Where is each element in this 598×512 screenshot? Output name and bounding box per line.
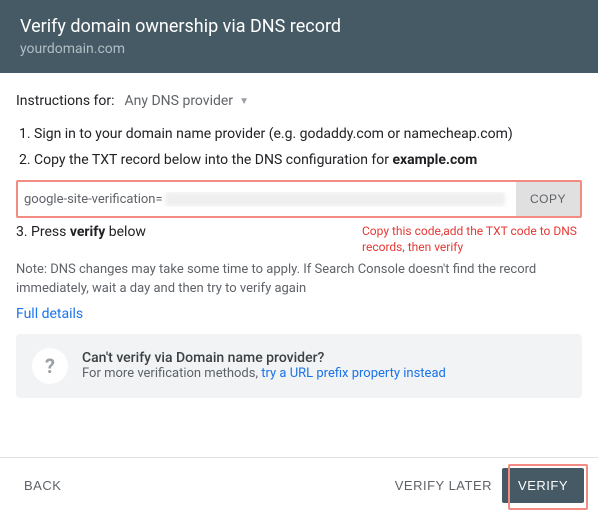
provider-dropdown[interactable]: Any DNS provider ▼ xyxy=(125,93,249,109)
step-2: Copy the TXT record below into the DNS c… xyxy=(34,151,582,171)
url-prefix-link[interactable]: try a URL prefix property instead xyxy=(261,366,446,381)
txt-record-box: google-site-verification= COPY xyxy=(16,180,582,218)
txt-record-blurred xyxy=(165,192,505,206)
back-button[interactable]: BACK xyxy=(14,470,71,501)
alt-subtitle: For more verification methods, try a URL… xyxy=(82,366,446,381)
verify-later-button[interactable]: VERIFY LATER xyxy=(385,470,502,501)
provider-dropdown-value: Any DNS provider xyxy=(125,93,234,109)
alternative-box: ? Can't verify via Domain name provider?… xyxy=(16,334,582,398)
chevron-down-icon: ▼ xyxy=(239,96,249,107)
dialog-title: Verify domain ownership via DNS record xyxy=(20,16,578,37)
question-icon: ? xyxy=(32,348,68,384)
copy-button[interactable]: COPY xyxy=(516,182,580,216)
instructions-label: Instructions for: xyxy=(16,93,115,109)
alt-title: Can't verify via Domain name provider? xyxy=(82,350,446,366)
full-details-link[interactable]: Full details xyxy=(16,306,83,322)
dialog-subtitle: yourdomain.com xyxy=(20,41,578,57)
step-3: 3. Press verify below xyxy=(16,224,146,240)
txt-record-value[interactable]: google-site-verification= xyxy=(18,192,516,207)
steps-list: Sign in to your domain name provider (e.… xyxy=(16,125,582,170)
step-1: Sign in to your domain name provider (e.… xyxy=(34,125,582,145)
dialog-header: Verify domain ownership via DNS record y… xyxy=(0,0,598,73)
dns-note: Note: DNS changes may take some time to … xyxy=(16,261,582,297)
dialog-footer: BACK VERIFY LATER VERIFY xyxy=(0,457,598,512)
verify-button[interactable]: VERIFY xyxy=(502,468,584,503)
annotation-callout: Copy this code,add the TXT code to DNS r… xyxy=(362,224,582,255)
